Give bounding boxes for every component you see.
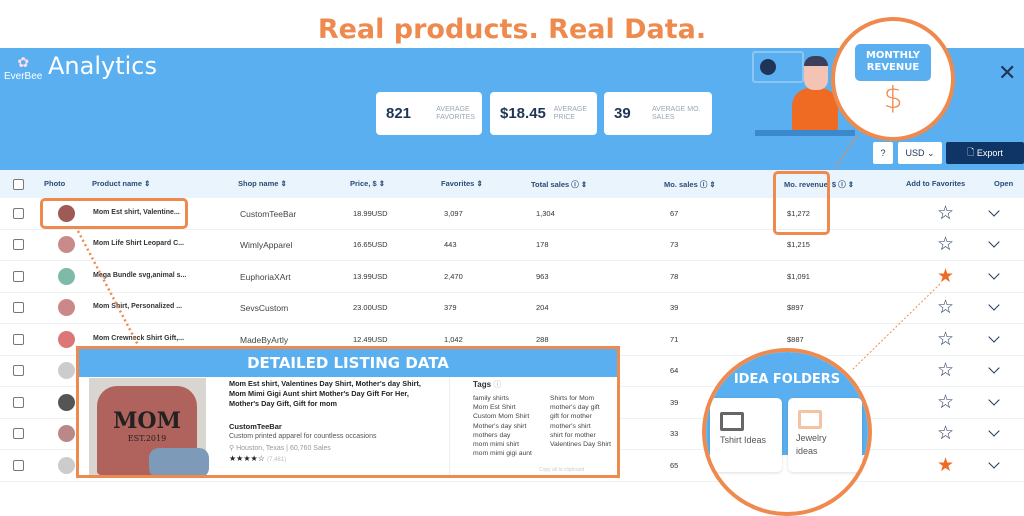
tags-list: family shirts Shirts for Mom Mom Est Shirt… bbox=[473, 395, 617, 457]
listing-shop[interactable]: CustomTeeBar bbox=[229, 422, 282, 431]
tag[interactable]: mother's day gift bbox=[550, 404, 617, 411]
tag[interactable]: Custom Mom Shirt bbox=[473, 413, 550, 420]
tag[interactable]: mother's shirt bbox=[550, 423, 617, 430]
tags-label: Tags ⓘ bbox=[473, 380, 502, 389]
listing-title[interactable]: Mom Est shirt, Valentines Day Shirt, Mot… bbox=[229, 379, 429, 409]
tag[interactable]: Mom Est Shirt bbox=[473, 404, 550, 411]
folder-icon bbox=[798, 410, 822, 429]
dollar-icon: $ bbox=[883, 81, 903, 116]
tag[interactable]: Shirts for Mom bbox=[550, 395, 617, 402]
monthly-revenue-callout: MONTHLY REVENUE $ bbox=[831, 17, 955, 141]
folder-icon bbox=[720, 412, 744, 431]
tag[interactable]: shirt for mother bbox=[550, 432, 617, 439]
folder-jewelry-ideas[interactable]: Jewelry ideas bbox=[788, 398, 862, 472]
location-pin-icon: ⚲ bbox=[229, 445, 235, 452]
tag[interactable]: mom mimi shirt bbox=[473, 441, 550, 448]
tag[interactable]: Mother's day shirt bbox=[473, 423, 550, 430]
tag[interactable]: family shirts bbox=[473, 395, 550, 402]
tag[interactable]: mothers day bbox=[473, 432, 550, 439]
folder-tshirt-ideas[interactable]: Tshirt Ideas bbox=[710, 398, 782, 472]
shop-meta: ⚲ Houston, Texas | 60,760 Sales bbox=[229, 445, 331, 452]
tag[interactable]: gift for mother bbox=[550, 413, 617, 420]
idea-folders-callout: IDEA FOLDERS Tshirt Ideas Jewelry ideas bbox=[702, 348, 872, 516]
tag[interactable]: mom mimi gigi aunt bbox=[473, 450, 550, 457]
shop-tagline: Custom printed apparel for countless occ… bbox=[229, 433, 377, 440]
tag[interactable]: Valentines Day Shirt bbox=[550, 441, 617, 448]
detailed-listing-panel: DETAILED LISTING DATA MOM EST.2019 Mom Es… bbox=[76, 346, 620, 478]
rating-stars: ★★★★☆ (7,481) bbox=[229, 454, 287, 463]
detail-heading: DETAILED LISTING DATA bbox=[79, 349, 617, 377]
copy-tags-link[interactable]: Copy all to clipboard bbox=[539, 467, 584, 473]
listing-image: MOM EST.2019 bbox=[89, 378, 209, 475]
